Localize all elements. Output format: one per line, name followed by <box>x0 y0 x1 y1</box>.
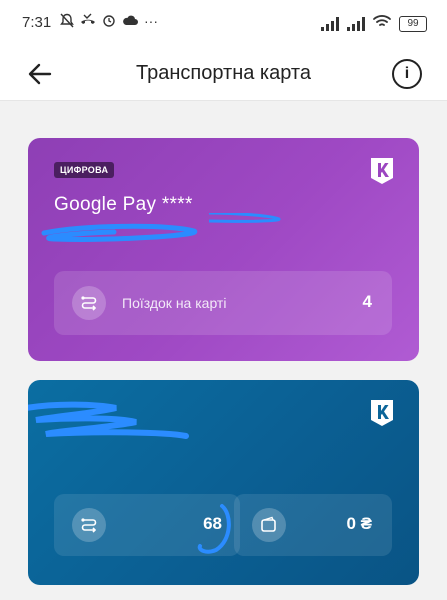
kyiv-card-logo-icon <box>371 158 393 184</box>
signal-2-icon <box>347 16 365 31</box>
status-notification-icons: ··· <box>60 13 158 31</box>
wallet-icon <box>252 508 286 542</box>
touch-marker-scribble <box>197 504 231 554</box>
signal-1-icon <box>321 16 339 31</box>
route-icon <box>72 508 106 542</box>
page-title: Транспортна карта <box>136 62 311 84</box>
transport-card-physical[interactable]: 68 0 ₴ <box>28 380 419 585</box>
bell-muted-icon <box>60 13 74 31</box>
trips-value: 4 <box>362 292 372 311</box>
missed-call-icon <box>80 13 96 31</box>
trips-stat-box[interactable]: Поїздок на карті 4 <box>54 271 392 335</box>
redaction-scribble <box>28 401 189 439</box>
wifi-icon <box>373 14 391 33</box>
redaction-scribble <box>41 213 281 242</box>
balance-stat-box[interactable]: 0 ₴ <box>234 494 392 556</box>
info-icon: i <box>404 65 410 82</box>
card-type-badge: ЦИФРОВА <box>54 162 115 178</box>
alarm-icon <box>102 13 116 31</box>
status-time: 7:31 <box>22 14 52 31</box>
cloud-icon <box>122 13 138 31</box>
kyiv-card-logo-icon <box>371 400 393 426</box>
status-bar: 7:31 ··· 99 <box>0 0 447 48</box>
transport-card-digital[interactable]: ЦИФРОВА Google Pay **** Поїздок на карті… <box>28 138 419 361</box>
battery-icon: 99 <box>399 15 427 32</box>
route-icon <box>72 286 106 320</box>
trips-label: Поїздок на карті <box>122 295 227 311</box>
app-bar: Транспортна карта i <box>0 48 447 101</box>
info-button[interactable]: i <box>392 59 422 89</box>
more-notifications-icon: ··· <box>144 13 158 29</box>
balance-value: 0 ₴ <box>346 514 372 533</box>
